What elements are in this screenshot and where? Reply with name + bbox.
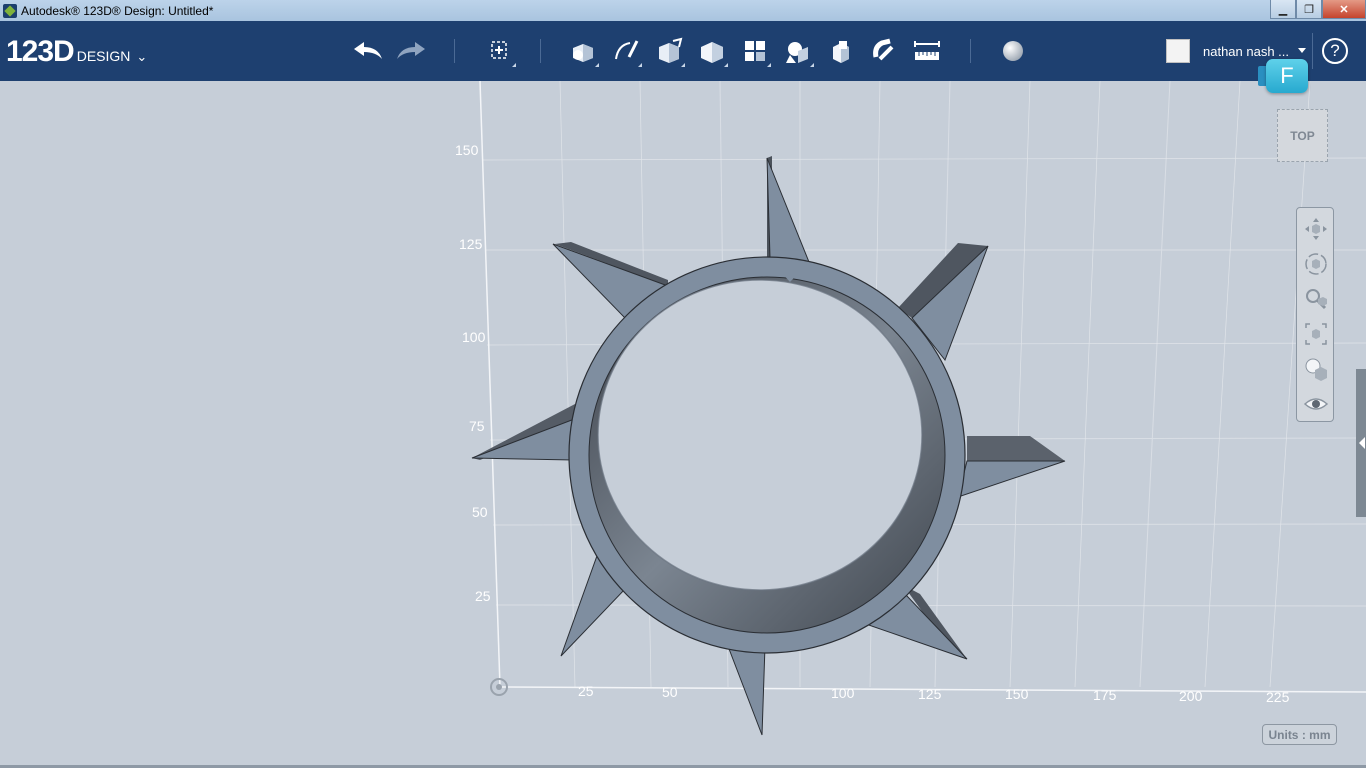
y-axis-label: 100 (462, 329, 486, 345)
redo-icon[interactable] (395, 35, 427, 67)
view-style-icon[interactable] (1302, 355, 1329, 382)
orbit-icon[interactable] (1302, 250, 1329, 277)
help-button[interactable]: ? (1322, 38, 1348, 64)
grouping-icon[interactable] (782, 35, 814, 67)
main-toolbar: 123D DESIGN ⌄ (0, 21, 1366, 81)
toolbar-separator (454, 39, 455, 63)
x-axis-label: 25 (578, 683, 594, 699)
x-axis-label: 125 (918, 686, 942, 702)
window-controls: ▁ ❐ ✕ (1270, 0, 1366, 19)
y-axis-label: 50 (472, 504, 488, 520)
x-axis-label: 200 (1179, 688, 1203, 704)
logo-sub: DESIGN (76, 48, 131, 64)
sketch-icon[interactable] (610, 35, 642, 67)
avatar[interactable] (1166, 39, 1190, 63)
logo-main: 123D (6, 35, 75, 68)
snap-icon[interactable] (868, 35, 900, 67)
toolbar-separator (1312, 33, 1313, 69)
material-icon[interactable] (997, 35, 1029, 67)
y-axis-label: 75 (469, 418, 485, 434)
3d-viewport[interactable]: 150 125 100 75 50 25 25 50 100 125 150 1… (0, 81, 1366, 768)
x-axis-label: 225 (1266, 689, 1290, 705)
chevron-left-icon (1359, 437, 1365, 449)
y-axis-label: 150 (455, 142, 479, 158)
undo-icon[interactable] (352, 35, 384, 67)
view-cube[interactable]: TOP (1277, 109, 1328, 162)
units-button[interactable]: Units : mm (1262, 724, 1337, 745)
visibility-icon[interactable] (1302, 390, 1329, 417)
combine-icon[interactable] (825, 35, 857, 67)
toolbar-separator (970, 39, 971, 63)
app-logo-icon (3, 3, 17, 18)
modify-icon[interactable] (696, 35, 728, 67)
window-titlebar: Autodesk® 123D® Design: Untitled* ▁ ❐ ✕ (0, 0, 1366, 21)
x-axis-label: 100 (831, 685, 855, 701)
window-title: Autodesk® 123D® Design: Untitled* (21, 3, 214, 18)
x-axis-label: 175 (1093, 687, 1117, 703)
f-badge[interactable]: F (1266, 59, 1308, 93)
chevron-down-icon: ⌄ (136, 49, 148, 64)
zoom-icon[interactable] (1302, 285, 1329, 312)
x-axis-label: 150 (1005, 686, 1029, 702)
navigation-bar (1296, 207, 1334, 422)
y-axis-label: 25 (475, 588, 491, 604)
y-axis-label: 125 (459, 236, 483, 252)
scene-canvas: 150 125 100 75 50 25 25 50 100 125 150 1… (455, 81, 1366, 736)
close-button[interactable]: ✕ (1322, 0, 1366, 19)
primitives-icon[interactable] (567, 35, 599, 67)
model-spiked-ring[interactable] (471, 156, 1066, 736)
measure-icon[interactable] (911, 35, 943, 67)
toolbar-separator (540, 39, 541, 63)
maximize-button[interactable]: ❐ (1296, 0, 1322, 19)
fit-icon[interactable] (1302, 320, 1329, 347)
app-menu-button[interactable]: 123D DESIGN ⌄ (6, 35, 147, 69)
user-name[interactable]: nathan nash ... (1203, 44, 1289, 59)
construct-icon[interactable] (653, 35, 685, 67)
pan-icon[interactable] (1302, 215, 1329, 242)
pattern-icon[interactable] (739, 35, 771, 67)
chevron-down-icon[interactable] (1298, 48, 1306, 53)
minimize-button[interactable]: ▁ (1270, 0, 1296, 19)
transform-icon[interactable] (484, 35, 516, 67)
x-axis-label: 50 (662, 684, 678, 700)
